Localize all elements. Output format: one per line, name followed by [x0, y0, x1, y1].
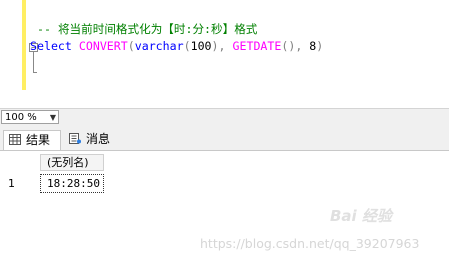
- column-header[interactable]: (无列名): [40, 154, 104, 171]
- change-tracking-bar: [22, 0, 26, 90]
- fold-guide-line: [33, 52, 34, 72]
- zoom-bar: 100 % ▼: [0, 108, 449, 126]
- code-token: 100: [190, 39, 212, 53]
- grid-icon: [9, 134, 21, 145]
- code-token: (: [183, 39, 191, 53]
- watermark-logo: Bai 经验: [330, 207, 392, 225]
- tab-messages-label: 消息: [86, 132, 111, 146]
- code-token: ): [316, 39, 324, 53]
- sql-comment-line: -- 将当前时间格式化为【时:分:秒】格式: [37, 22, 258, 36]
- code-token: (),: [281, 39, 303, 53]
- zoom-select[interactable]: 100 % ▼: [1, 110, 59, 124]
- code-token: CONVERT: [78, 39, 128, 53]
- code-token: (: [127, 39, 135, 53]
- code-token: 8: [302, 39, 317, 53]
- code-token: Select: [30, 39, 79, 53]
- tab-results[interactable]: 结果: [3, 130, 61, 150]
- code-token: GETDATE: [232, 39, 282, 53]
- code-token: ),: [211, 39, 226, 53]
- sql-code-line: Select CONVERT(varchar(100), GETDATE(), …: [30, 38, 323, 54]
- result-tabs: 结果 消息: [0, 126, 449, 151]
- watermark-url: https://blog.csdn.net/qq_39207963: [200, 236, 420, 251]
- chevron-down-icon[interactable]: ▼: [50, 111, 56, 125]
- tab-results-label: 结果: [26, 133, 51, 147]
- message-icon: [69, 133, 81, 144]
- code-token: varchar: [134, 39, 184, 53]
- tab-messages[interactable]: 消息: [64, 130, 122, 150]
- query-editor[interactable]: -- 将当前时间格式化为【时:分:秒】格式 − Select CONVERT(v…: [0, 0, 449, 108]
- fold-guide-end: [33, 72, 37, 73]
- result-cell[interactable]: 18:28:50: [40, 174, 104, 193]
- row-number[interactable]: 1: [8, 177, 15, 190]
- zoom-value: 100 %: [5, 112, 37, 123]
